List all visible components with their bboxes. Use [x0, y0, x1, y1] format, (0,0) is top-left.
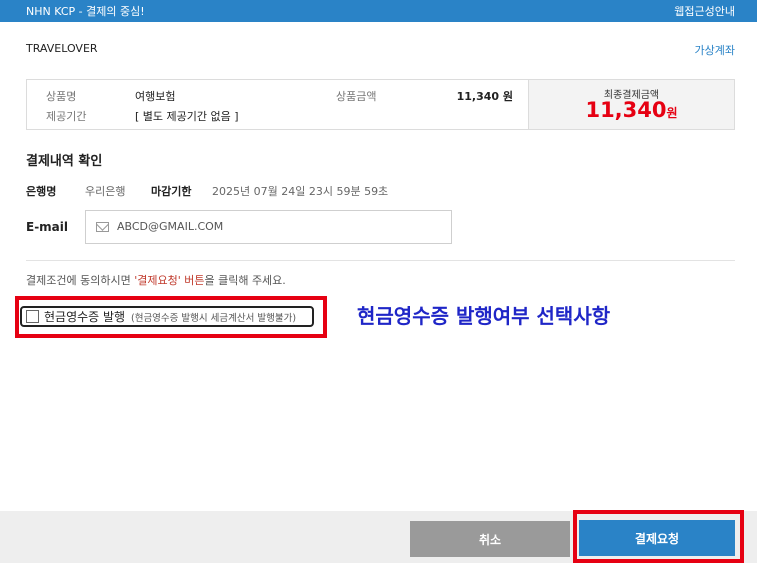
merchant-name: TRAVELOVER [26, 42, 98, 55]
email-field[interactable]: ABCD@GMAIL.COM [85, 210, 452, 244]
cash-receipt-note: (현금영수증 발행시 세금계산서 발행불가) [131, 313, 297, 324]
brand-title: NHN KCP - 결제의 중심! [26, 5, 145, 18]
deadline-label: 마감기한 [151, 185, 192, 198]
final-amount-panel: 최종결제금액 11,340원 [528, 80, 734, 129]
cash-receipt-label[interactable]: 현금영수증 발행 [44, 308, 125, 325]
cash-receipt-checkbox[interactable] [26, 310, 39, 323]
period-value: [ 별도 제공기간 없음 ] [135, 110, 239, 123]
product-name-value: 여행보험 [135, 90, 176, 103]
final-amount-value: 11,340 [585, 98, 667, 122]
email-value: ABCD@GMAIL.COM [117, 220, 224, 233]
product-amount-value: 11,340 원 [456, 90, 513, 103]
divider [26, 260, 735, 261]
deadline-value: 2025년 07월 24일 23시 59분 59초 [212, 185, 389, 198]
product-name-label: 상품명 [46, 90, 77, 103]
payment-request-button[interactable]: 결제요청 [579, 520, 735, 556]
final-amount: 11,340원 [529, 98, 734, 122]
accessibility-link[interactable]: 웹접근성안내 [674, 3, 735, 19]
annotation-text: 현금영수증 발행여부 선택사항 [357, 304, 611, 328]
agreement-notice: 결제조건에 동의하시면 '결제요청' 버튼을 클릭해 주세요. [26, 272, 286, 288]
notice-suffix: 을 클릭해 주세요. [204, 274, 286, 287]
bank-label: 은행명 [26, 185, 57, 198]
cancel-button[interactable]: 취소 [410, 521, 570, 557]
product-summary: 상품명 여행보험 제공기간 [ 별도 제공기간 없음 ] 상품금액 11,340… [26, 79, 735, 130]
period-label: 제공기간 [46, 110, 87, 123]
final-amount-unit: 원 [666, 106, 678, 120]
email-label: E-mail [26, 220, 69, 234]
envelope-icon [96, 222, 109, 232]
top-bar: NHN KCP - 결제의 중심! 웹접근성안내 [0, 0, 757, 22]
bank-value: 우리은행 [85, 185, 126, 198]
notice-highlight: '결제요청' 버튼 [134, 274, 205, 287]
section-title: 결제내역 확인 [26, 154, 103, 169]
virtual-account-link[interactable]: 가상계좌 [695, 42, 735, 58]
product-amount-label: 상품금액 [336, 90, 377, 103]
notice-prefix: 결제조건에 동의하시면 [26, 274, 135, 287]
